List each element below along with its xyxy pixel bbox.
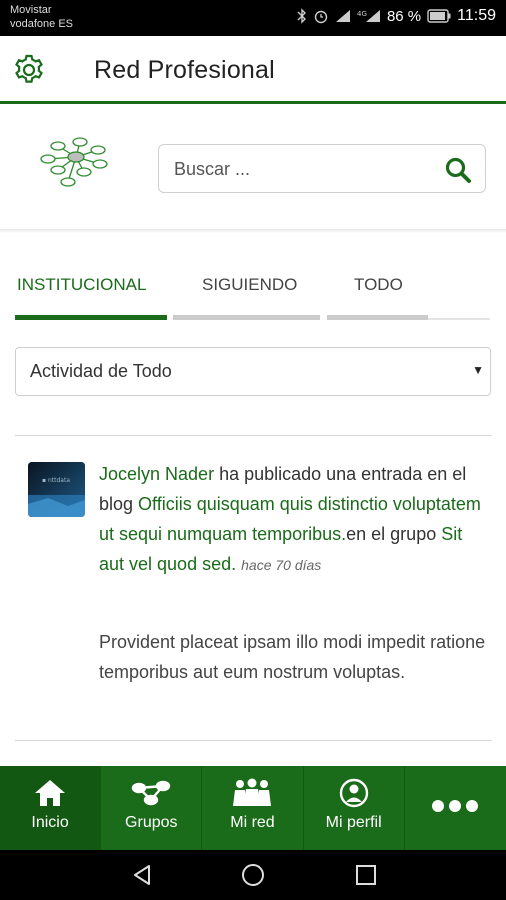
svg-text:▪ nttdata: ▪ nttdata xyxy=(42,477,70,484)
nav-label: Mi perfil xyxy=(325,814,382,831)
profile-icon xyxy=(304,778,404,808)
tab-indicator xyxy=(327,315,428,320)
more-icon xyxy=(405,798,506,828)
tab-indicator xyxy=(173,315,320,320)
gear-icon[interactable] xyxy=(12,53,46,87)
groups-icon xyxy=(101,778,201,808)
page-title: Red Profesional xyxy=(94,56,275,84)
recents-icon[interactable] xyxy=(354,863,378,892)
tab-institucional[interactable]: INSTITUCIONAL xyxy=(17,275,146,295)
system-navigation-bar xyxy=(0,850,506,900)
select-value: Actividad de Todo xyxy=(30,361,172,381)
app-header: Red Profesional xyxy=(0,36,506,104)
caret-down-icon: ▼ xyxy=(472,363,484,377)
avatar[interactable]: ▪ nttdata xyxy=(28,462,85,517)
carrier-name-secondary: vodafone ES xyxy=(10,18,73,30)
divider xyxy=(15,435,492,436)
author-link[interactable]: Jocelyn Nader xyxy=(99,464,214,484)
signal-icon xyxy=(335,9,351,23)
activity-entry: Jocelyn Nader ha publicado una entrada e… xyxy=(99,459,491,580)
nav-grupos[interactable]: Grupos xyxy=(101,766,203,850)
search-icon[interactable] xyxy=(443,155,473,185)
battery-icon xyxy=(427,9,451,23)
home-icon xyxy=(0,778,100,808)
group-prefix: en el grupo xyxy=(346,524,442,544)
nav-label: Grupos xyxy=(125,814,178,831)
alarm-icon xyxy=(313,8,329,24)
carrier-info: Movistar vodafone ES xyxy=(10,3,73,31)
svg-text:4G: 4G xyxy=(357,10,367,18)
network-logo xyxy=(28,134,112,190)
nav-mi-perfil[interactable]: Mi perfil xyxy=(304,766,405,850)
nav-inicio[interactable]: Inicio xyxy=(0,766,102,850)
nav-label: Inicio xyxy=(31,814,69,831)
back-icon[interactable] xyxy=(130,863,154,892)
section-divider xyxy=(0,229,506,233)
timestamp: hace 70 días xyxy=(241,557,322,573)
bottom-navigation: Inicio Grupos Mi red Mi perfil xyxy=(0,766,506,850)
nav-mi-red[interactable]: Mi red xyxy=(202,766,304,850)
carrier-name: Movistar xyxy=(10,4,52,16)
clock: 11:59 xyxy=(457,7,496,24)
tab-track xyxy=(428,318,490,320)
nav-label: Mi red xyxy=(230,814,275,831)
activity-filter-select[interactable]: Actividad de Todo ▼ xyxy=(15,347,491,396)
nav-more[interactable] xyxy=(405,766,506,850)
search-box[interactable]: Buscar ... xyxy=(158,144,486,193)
home-button-icon[interactable] xyxy=(241,863,265,892)
tab-todo[interactable]: TODO xyxy=(354,275,403,295)
tab-indicator-active xyxy=(15,315,167,320)
tab-siguiendo[interactable]: SIGUIENDO xyxy=(202,275,297,295)
divider xyxy=(15,740,492,741)
bluetooth-icon xyxy=(297,8,307,24)
battery-percent: 86 % xyxy=(386,7,422,25)
status-bar: Movistar vodafone ES 4G 86 % 11:59 xyxy=(0,0,506,36)
search-input[interactable]: Buscar ... xyxy=(174,159,250,180)
signal-4g-icon: 4G xyxy=(357,9,381,23)
network-icon xyxy=(202,778,302,808)
post-excerpt: Provident placeat ipsam illo modi impedi… xyxy=(99,632,486,682)
